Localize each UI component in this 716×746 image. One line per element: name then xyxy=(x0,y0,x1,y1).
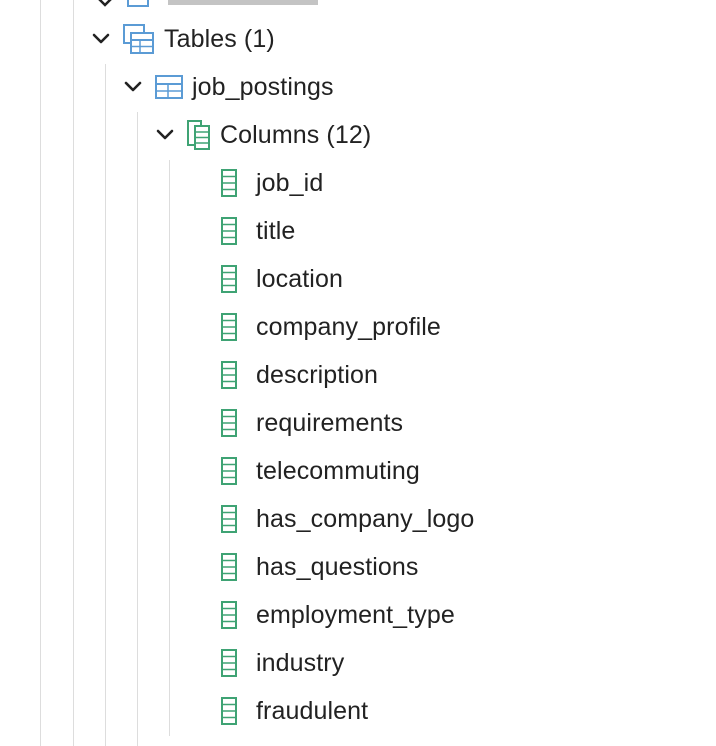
tree-node-column[interactable]: title xyxy=(220,207,295,255)
table-icon xyxy=(154,74,184,100)
tree-node-column[interactable]: employment_type xyxy=(220,591,455,639)
tree-node-column[interactable]: company_profile xyxy=(220,303,441,351)
column-icon xyxy=(220,696,238,726)
column-icon xyxy=(220,504,238,534)
object-explorer-tree: Tables (1) job_postings Columns (12) job… xyxy=(0,0,716,746)
chevron-down-icon[interactable] xyxy=(120,74,146,100)
tree-node-label: Columns (12) xyxy=(220,120,372,149)
tree-node-tables[interactable]: Tables (1) xyxy=(88,15,275,63)
tree-guide-line xyxy=(73,0,74,746)
column-icon xyxy=(220,456,238,486)
tree-node-label: requirements xyxy=(256,408,404,437)
tree-node-label: has_company_logo xyxy=(256,504,475,533)
tables-icon xyxy=(122,23,156,55)
tree-node-label: employment_type xyxy=(256,600,455,629)
tree-node-column[interactable]: telecommuting xyxy=(220,447,420,495)
tree-node-label: title xyxy=(256,216,296,245)
tree-node-label: industry xyxy=(256,648,345,677)
tree-node-table-job-postings[interactable]: job_postings xyxy=(120,63,334,111)
column-icon xyxy=(220,360,238,390)
tree-guide-line xyxy=(169,160,170,736)
column-icon xyxy=(220,264,238,294)
tree-guide-line xyxy=(40,0,41,746)
tree-guide-line xyxy=(105,64,106,746)
tree-node-column[interactable]: requirements xyxy=(220,399,403,447)
partial-tree-row xyxy=(92,0,332,8)
tree-node-column[interactable]: has_questions xyxy=(220,543,419,591)
column-icon xyxy=(220,408,238,438)
tree-node-label: company_profile xyxy=(256,312,441,341)
tree-node-label: description xyxy=(256,360,378,389)
column-icon xyxy=(220,312,238,342)
tree-node-columns[interactable]: Columns (12) xyxy=(152,111,371,159)
columns-icon xyxy=(186,119,212,151)
tree-node-label: job_postings xyxy=(192,72,334,101)
tree-node-label: location xyxy=(256,264,343,293)
tree-node-column[interactable]: location xyxy=(220,255,343,303)
tree-node-label: job_id xyxy=(256,168,324,197)
tree-node-label: fraudulent xyxy=(256,696,369,725)
tree-node-column[interactable]: has_company_logo xyxy=(220,495,474,543)
tree-node-label: telecommuting xyxy=(256,456,420,485)
tree-node-column[interactable]: fraudulent xyxy=(220,687,368,735)
chevron-down-icon[interactable] xyxy=(152,122,178,148)
tree-node-column[interactable]: industry xyxy=(220,639,344,687)
column-icon xyxy=(220,552,238,582)
tree-node-column[interactable]: description xyxy=(220,351,378,399)
column-icon xyxy=(220,216,238,246)
column-icon xyxy=(220,600,238,630)
tree-node-column[interactable]: job_id xyxy=(220,159,323,207)
tree-node-label: Tables (1) xyxy=(164,24,275,53)
column-icon xyxy=(220,168,238,198)
column-icon xyxy=(220,648,238,678)
tree-guide-line xyxy=(137,112,138,746)
chevron-down-icon[interactable] xyxy=(88,26,114,52)
tree-node-label: has_questions xyxy=(256,552,419,581)
